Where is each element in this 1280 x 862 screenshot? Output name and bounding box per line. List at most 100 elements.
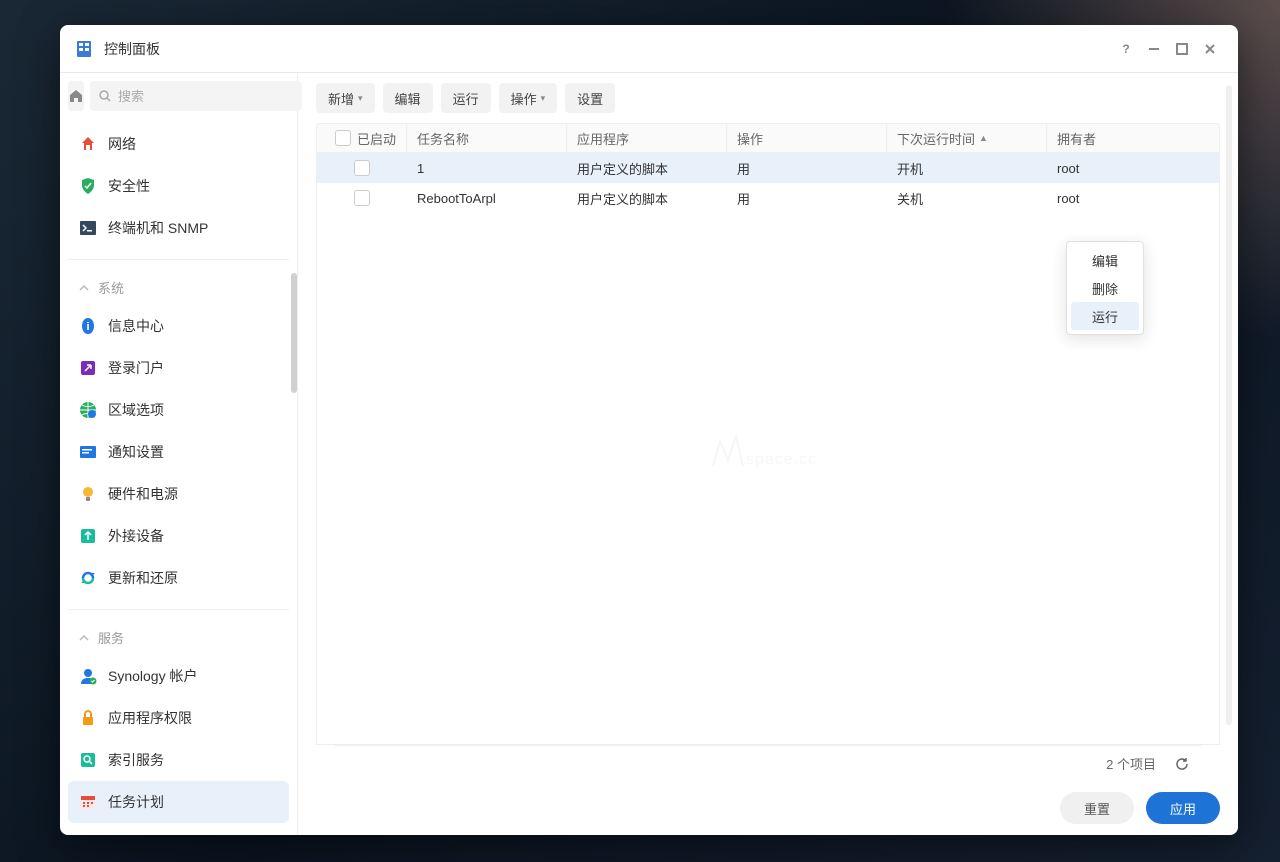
home-button[interactable]	[68, 81, 84, 111]
sidebar-item-label: 登录门户	[108, 358, 164, 378]
terminal-icon	[78, 218, 98, 238]
new-button[interactable]: 新增▾	[316, 83, 375, 113]
caret-icon: ▾	[541, 93, 546, 104]
sidebar-search[interactable]	[90, 81, 302, 111]
cell-next: 开机	[887, 153, 1047, 183]
refresh-button[interactable]	[1172, 754, 1192, 774]
run-button[interactable]: 运行	[441, 83, 491, 113]
cell-name: 1	[407, 153, 567, 183]
col-enabled[interactable]: 已启动	[317, 124, 407, 152]
sidebar-item-label: 应用程序权限	[108, 708, 192, 728]
sidebar-item-login-portal[interactable]: 登录门户	[68, 347, 289, 389]
chevron-up-icon	[78, 282, 90, 294]
sidebar-item-label: 网络	[108, 134, 136, 154]
search-icon	[98, 89, 112, 103]
status-bar: 2 个项目	[334, 745, 1202, 781]
cell-owner: root	[1047, 183, 1219, 213]
edit-button[interactable]: 编辑	[383, 83, 433, 113]
sort-asc-icon: ▲	[979, 133, 988, 143]
cell-app: 用户定义的脚本	[567, 153, 727, 183]
row-checkbox[interactable]	[354, 160, 370, 176]
cell-op: 用	[727, 183, 887, 213]
section-services[interactable]: 服务	[68, 609, 289, 651]
window-titlebar: 控制面板 ?	[60, 25, 1238, 73]
table-row[interactable]: 1 用户定义的脚本 用 开机 root	[317, 153, 1219, 183]
footer: 重置 应用	[298, 781, 1238, 835]
context-menu-edit[interactable]: 编辑	[1071, 246, 1139, 274]
sidebar-item-task-scheduler[interactable]: 任务计划	[68, 781, 289, 823]
col-application[interactable]: 应用程序	[567, 124, 727, 152]
close-button[interactable]	[1196, 35, 1224, 63]
cell-name: RebootToArpl	[407, 183, 567, 213]
cell-owner: root	[1047, 153, 1219, 183]
caret-icon: ▾	[358, 93, 363, 104]
svg-text:?: ?	[1122, 42, 1129, 56]
sidebar-item-label: 硬件和电源	[108, 484, 178, 504]
sidebar-item-terminal[interactable]: 终端机和 SNMP	[68, 207, 289, 249]
main-scrollbar[interactable]	[1226, 85, 1232, 725]
section-system[interactable]: 系统	[68, 259, 289, 301]
globe-icon	[78, 400, 98, 420]
minimize-button[interactable]	[1140, 35, 1168, 63]
sidebar-item-notification[interactable]: 通知设置	[68, 431, 289, 473]
sidebar-item-label: 任务计划	[108, 792, 164, 812]
sidebar-item-indexing[interactable]: 索引服务	[68, 739, 289, 781]
sidebar-item-label: 信息中心	[108, 316, 164, 336]
cell-next: 关机	[887, 183, 1047, 213]
reset-button[interactable]: 重置	[1060, 792, 1134, 824]
table-row[interactable]: RebootToArpl 用户定义的脚本 用 关机 root	[317, 183, 1219, 213]
account-icon	[78, 666, 98, 686]
sidebar-item-hardware[interactable]: 硬件和电源	[68, 473, 289, 515]
table-header: 已启动 任务名称 应用程序 操作 下次运行时间▲ 拥有者	[316, 123, 1220, 153]
context-menu-delete[interactable]: 删除	[1071, 274, 1139, 302]
sidebar-item-app-privileges[interactable]: 应用程序权限	[68, 697, 289, 739]
sidebar-item-label: 安全性	[108, 176, 150, 196]
col-owner[interactable]: 拥有者	[1047, 124, 1219, 152]
action-button[interactable]: 操作▾	[499, 83, 558, 113]
cell-op: 用	[727, 153, 887, 183]
sidebar: 网络 安全性 终端机和 SNMP 系统 i 信息中心	[60, 73, 298, 835]
context-menu: 编辑 删除 运行	[1066, 241, 1144, 335]
sidebar-item-security[interactable]: 安全性	[68, 165, 289, 207]
section-title: 系统	[98, 278, 124, 297]
calendar-icon	[78, 792, 98, 812]
sidebar-item-info-center[interactable]: i 信息中心	[68, 305, 289, 347]
task-table: 已启动 任务名称 应用程序 操作 下次运行时间▲ 拥有者 1 用户定义的脚本 用…	[298, 123, 1238, 781]
sidebar-item-network[interactable]: 网络	[68, 123, 289, 165]
header-checkbox[interactable]	[335, 130, 351, 146]
sidebar-item-external[interactable]: 外接设备	[68, 515, 289, 557]
col-next-run[interactable]: 下次运行时间▲	[887, 124, 1047, 152]
row-checkbox[interactable]	[354, 190, 370, 206]
refresh-icon	[78, 568, 98, 588]
item-count: 2 个项目	[1106, 754, 1156, 773]
network-icon	[78, 134, 98, 154]
sidebar-item-label: 区域选项	[108, 400, 164, 420]
section-title: 服务	[98, 628, 124, 647]
sidebar-item-synology-account[interactable]: Synology 帐户	[68, 655, 289, 697]
sidebar-item-label: 更新和还原	[108, 568, 178, 588]
sidebar-item-label: 外接设备	[108, 526, 164, 546]
apply-button[interactable]: 应用	[1146, 792, 1220, 824]
window-title: 控制面板	[104, 39, 160, 59]
sidebar-nav: 网络 安全性 终端机和 SNMP 系统 i 信息中心	[60, 119, 297, 835]
sidebar-item-label: 索引服务	[108, 750, 164, 770]
search-input[interactable]	[118, 89, 294, 104]
control-panel-window: 控制面板 ? 网络	[60, 25, 1238, 835]
external-icon	[78, 526, 98, 546]
settings-button[interactable]: 设置	[565, 83, 615, 113]
bulb-icon	[78, 484, 98, 504]
help-button[interactable]: ?	[1112, 35, 1140, 63]
maximize-button[interactable]	[1168, 35, 1196, 63]
sidebar-scrollbar[interactable]	[291, 273, 297, 393]
sidebar-item-update[interactable]: 更新和还原	[68, 557, 289, 599]
cell-app: 用户定义的脚本	[567, 183, 727, 213]
context-menu-run[interactable]: 运行	[1071, 302, 1139, 330]
sidebar-item-regional[interactable]: 区域选项	[68, 389, 289, 431]
sidebar-item-label: Synology 帐户	[108, 666, 197, 686]
col-operation[interactable]: 操作	[727, 124, 887, 152]
app-icon	[74, 39, 94, 59]
sidebar-item-label: 终端机和 SNMP	[108, 218, 208, 238]
col-task-name[interactable]: 任务名称	[407, 124, 567, 152]
svg-text:i: i	[86, 321, 89, 333]
shield-icon	[78, 176, 98, 196]
